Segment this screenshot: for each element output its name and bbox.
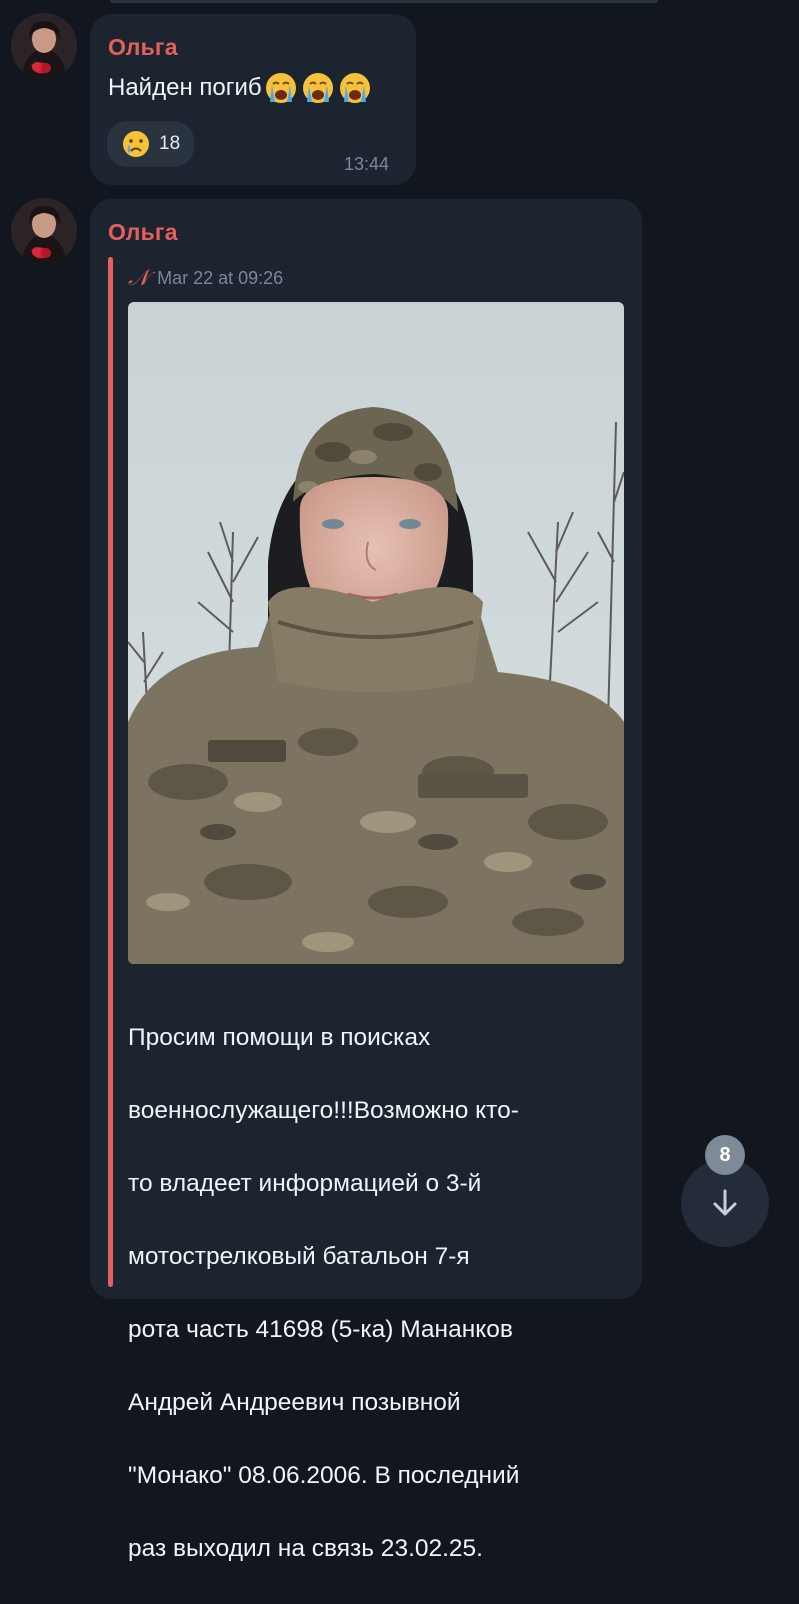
message-text: Найден погиб xyxy=(108,71,372,105)
emoji-group xyxy=(264,71,372,105)
loudly-crying-face-icon xyxy=(302,73,333,103)
forward-header[interactable]: 𝒩 Mar 22 at 09:26 xyxy=(128,265,283,291)
caption-line: раз выходил на связь 23.02.25. xyxy=(128,1534,483,1562)
message-text-body: Найден погиб xyxy=(108,74,262,101)
unread-count-badge: 8 xyxy=(705,1135,745,1175)
photo-image xyxy=(128,302,624,964)
sender-name[interactable]: Ольга xyxy=(108,219,178,246)
channel-logo-icon: 𝒩 xyxy=(128,265,150,290)
avatar-photo-icon xyxy=(11,198,77,264)
sender-name[interactable]: Ольга xyxy=(108,34,178,61)
message-photo[interactable] xyxy=(128,302,624,964)
message-caption: Просим помощи в поисках военнослужащего!… xyxy=(128,983,628,1604)
caption-line: военнослужащего!!!Возможно кто- xyxy=(128,1096,519,1124)
crying-face-icon xyxy=(123,131,149,157)
forward-date: Mar 22 at 09:26 xyxy=(157,267,284,288)
avatar-photo-icon xyxy=(11,13,77,79)
arrow-down-icon xyxy=(713,1189,737,1216)
loudly-crying-face-icon xyxy=(265,73,296,103)
forwarded-message-bubble[interactable]: Ольга 𝒩 Mar 22 at 09:26 Просим помощи в … xyxy=(90,199,642,1562)
caption-line: то владеет информацией о 3-й xyxy=(128,1169,482,1197)
caption-line: Просим помощи в поисках xyxy=(128,1023,431,1051)
sender-avatar[interactable] xyxy=(11,198,77,264)
sender-avatar[interactable] xyxy=(11,13,77,79)
message-bubble[interactable]: Ольга Найден погиб 18 13:44 xyxy=(90,14,416,185)
caption-line: мотострелковый батальон 7-я xyxy=(128,1242,470,1270)
loudly-crying-face-icon xyxy=(339,73,370,103)
forward-indicator-bar xyxy=(108,257,113,1287)
caption-line: Андрей Андреевич позывной xyxy=(128,1388,461,1416)
caption-line: "Монако" 08.06.2006. В последний xyxy=(128,1461,520,1489)
caption-line: рота часть 41698 (5-ка) Мананков xyxy=(128,1315,513,1343)
previous-message-edge xyxy=(110,0,658,3)
reaction-chip[interactable]: 18 xyxy=(107,121,195,167)
message-time: 13:44 xyxy=(344,154,390,174)
reaction-count: 18 xyxy=(159,133,181,154)
